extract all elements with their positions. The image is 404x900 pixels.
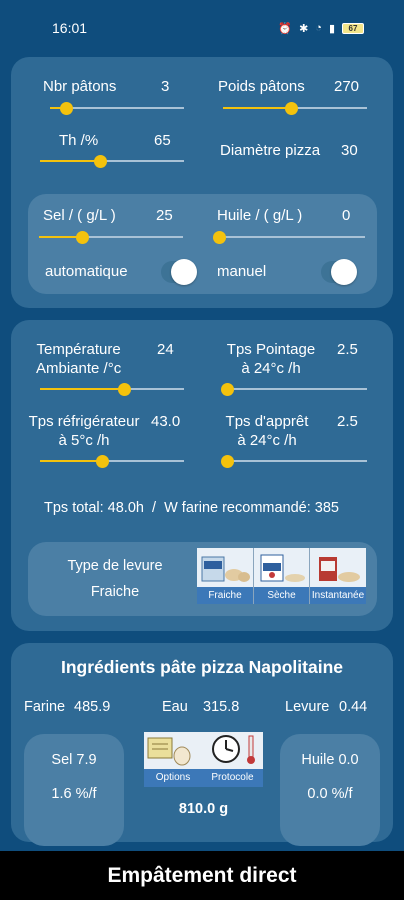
clock-thermometer-icon [212, 735, 255, 764]
dough-parameters-card: Nbr pâtons 3 Poids pâtons 270 Th /% 65 D… [11, 57, 393, 308]
poids-patons-value: 270 [334, 78, 360, 95]
huile-slider[interactable] [213, 231, 365, 244]
th-slider[interactable] [40, 155, 184, 168]
th-label: Th /% [59, 132, 99, 149]
yeast-title: Type de levure [67, 558, 163, 574]
manuel-toggle[interactable] [321, 259, 357, 285]
huile-box: Huile 0.0 0.0 %/f [280, 734, 380, 846]
yeast-option-instantanee[interactable]: Instantanée [310, 548, 366, 604]
temperature-label-line2: Ambiante /°c [36, 360, 122, 377]
yeast-selected: Fraiche [90, 584, 140, 600]
levure-label: Levure [285, 699, 330, 715]
alarm-icon: ⏰ [278, 22, 293, 35]
slider-thumb[interactable] [60, 102, 74, 115]
diametre-label: Diamètre pizza [220, 142, 321, 159]
yeast-option-seche[interactable]: Sèche [254, 548, 310, 604]
tps-appret-label-line2: à 24°c /h [237, 432, 297, 449]
farine-label: Farine [24, 699, 66, 715]
clock: 16:01 [52, 20, 88, 36]
ingredients-title: Ingrédients pâte pizza Napolitaine [61, 657, 343, 677]
options-button-label: Options [144, 769, 202, 787]
protocole-button-label: Protocole [202, 769, 263, 787]
temperature-slider[interactable] [40, 383, 184, 396]
status-bar: 16:01 ⏰ ✱ ◔ ▮ 67 [0, 0, 404, 56]
slider-thumb[interactable] [95, 455, 109, 468]
nbr-patons-slider[interactable] [50, 102, 184, 115]
slider-thumb[interactable] [94, 155, 108, 168]
salt-oil-card: Sel / ( g/L ) 25 Huile / ( g/L ) 0 autom… [28, 194, 377, 294]
ingredients-card: Ingrédients pâte pizza Napolitaine Farin… [11, 643, 393, 846]
tps-pointage-label-line2: à 24°c /h [241, 360, 301, 377]
huile-amount: Huile 0.0 [301, 752, 359, 768]
mode-manuel-label: manuel [217, 263, 267, 280]
tps-refrigerateur-label: Tps réfrigérateur à 5°c /h [23, 412, 145, 450]
yeast-option-fraiche-label: Fraiche [197, 587, 253, 604]
tps-refrigerateur-label-line2: à 5°c /h [58, 432, 110, 449]
tps-appret-slider[interactable] [221, 455, 367, 468]
tps-pointage-label-line1: Tps Pointage [226, 341, 316, 358]
wifi-icon: ◔ [315, 22, 322, 34]
protocole-button[interactable]: Protocole [202, 732, 263, 787]
poids-patons-slider[interactable] [223, 102, 367, 115]
sel-slider[interactable] [39, 231, 183, 244]
footer-title: Empâtement direct [0, 851, 404, 900]
huile-label: Huile / ( g/L ) [217, 207, 303, 224]
eau-label: Eau [162, 699, 188, 715]
tps-appret-label: Tps d'apprêt à 24°c /h [217, 412, 317, 450]
fresh-yeast-icon [200, 551, 250, 585]
yeast-option-instantanee-label: Instantanée [310, 587, 366, 604]
yeast-card: Type de levure Fraiche Fraiche Sèche Ins… [28, 542, 377, 616]
eau-value: 315.8 [203, 699, 240, 715]
slider-thumb[interactable] [221, 383, 235, 396]
tps-refrigerateur-value: 43.0 [151, 413, 181, 430]
dry-yeast-icon [257, 551, 306, 585]
automatique-toggle[interactable] [161, 259, 197, 285]
slider-thumb[interactable] [117, 383, 131, 396]
slider-thumb[interactable] [213, 231, 226, 244]
instant-yeast-icon [313, 551, 363, 585]
poids-patons-label: Poids pâtons [218, 78, 305, 95]
tps-pointage-label: Tps Pointage à 24°c /h [217, 340, 325, 378]
temperature-value: 24 [157, 341, 174, 358]
options-icon [147, 737, 191, 766]
slider-thumb[interactable] [284, 102, 298, 115]
yeast-option-seche-label: Sèche [254, 587, 309, 604]
diametre-value: 30 [341, 142, 358, 159]
battery-icon: 67 [342, 22, 364, 34]
mode-automatique-label: automatique [45, 263, 128, 280]
sel-value: 25 [156, 207, 173, 224]
temperature-label-line1: Température [36, 341, 121, 358]
sel-box: Sel 7.9 1.6 %/f [24, 734, 124, 846]
nbr-patons-label: Nbr pâtons [43, 78, 117, 95]
fermentation-summary: Tps total: 48.0h / W farine recommandé: … [44, 500, 339, 516]
fermentation-card: Température Ambiante /°c 24 Tps Pointage… [11, 320, 393, 631]
options-button[interactable]: Options [144, 732, 202, 787]
huile-percent: 0.0 %/f [307, 786, 353, 802]
status-icons: ⏰ ✱ ◔ ▮ 67 [278, 22, 364, 35]
farine-value: 485.9 [74, 699, 111, 715]
tps-refrigerateur-slider[interactable] [40, 455, 184, 468]
slider-thumb[interactable] [221, 455, 235, 468]
tps-appret-label-line1: Tps d'apprêt [225, 413, 309, 430]
tps-refrigerateur-label-line1: Tps réfrigérateur [28, 413, 140, 430]
tps-pointage-slider[interactable] [221, 383, 367, 396]
temperature-label: Température Ambiante /°c [36, 340, 121, 378]
th-value: 65 [154, 132, 171, 149]
tps-pointage-value: 2.5 [337, 341, 358, 358]
huile-value: 0 [342, 207, 351, 224]
nbr-patons-value: 3 [161, 78, 170, 95]
bluetooth-icon: ✱ [299, 22, 309, 35]
slider-thumb[interactable] [76, 231, 90, 244]
yeast-option-fraiche[interactable]: Fraiche [197, 548, 254, 604]
levure-value: 0.44 [339, 699, 368, 715]
sel-amount: Sel 7.9 [51, 752, 97, 768]
sel-percent: 1.6 %/f [51, 786, 97, 802]
total-weight: 810.0 g [178, 801, 229, 817]
tps-appret-value: 2.5 [337, 413, 358, 430]
signal-icon: ▮ [328, 22, 335, 35]
sel-label: Sel / ( g/L ) [43, 207, 116, 224]
